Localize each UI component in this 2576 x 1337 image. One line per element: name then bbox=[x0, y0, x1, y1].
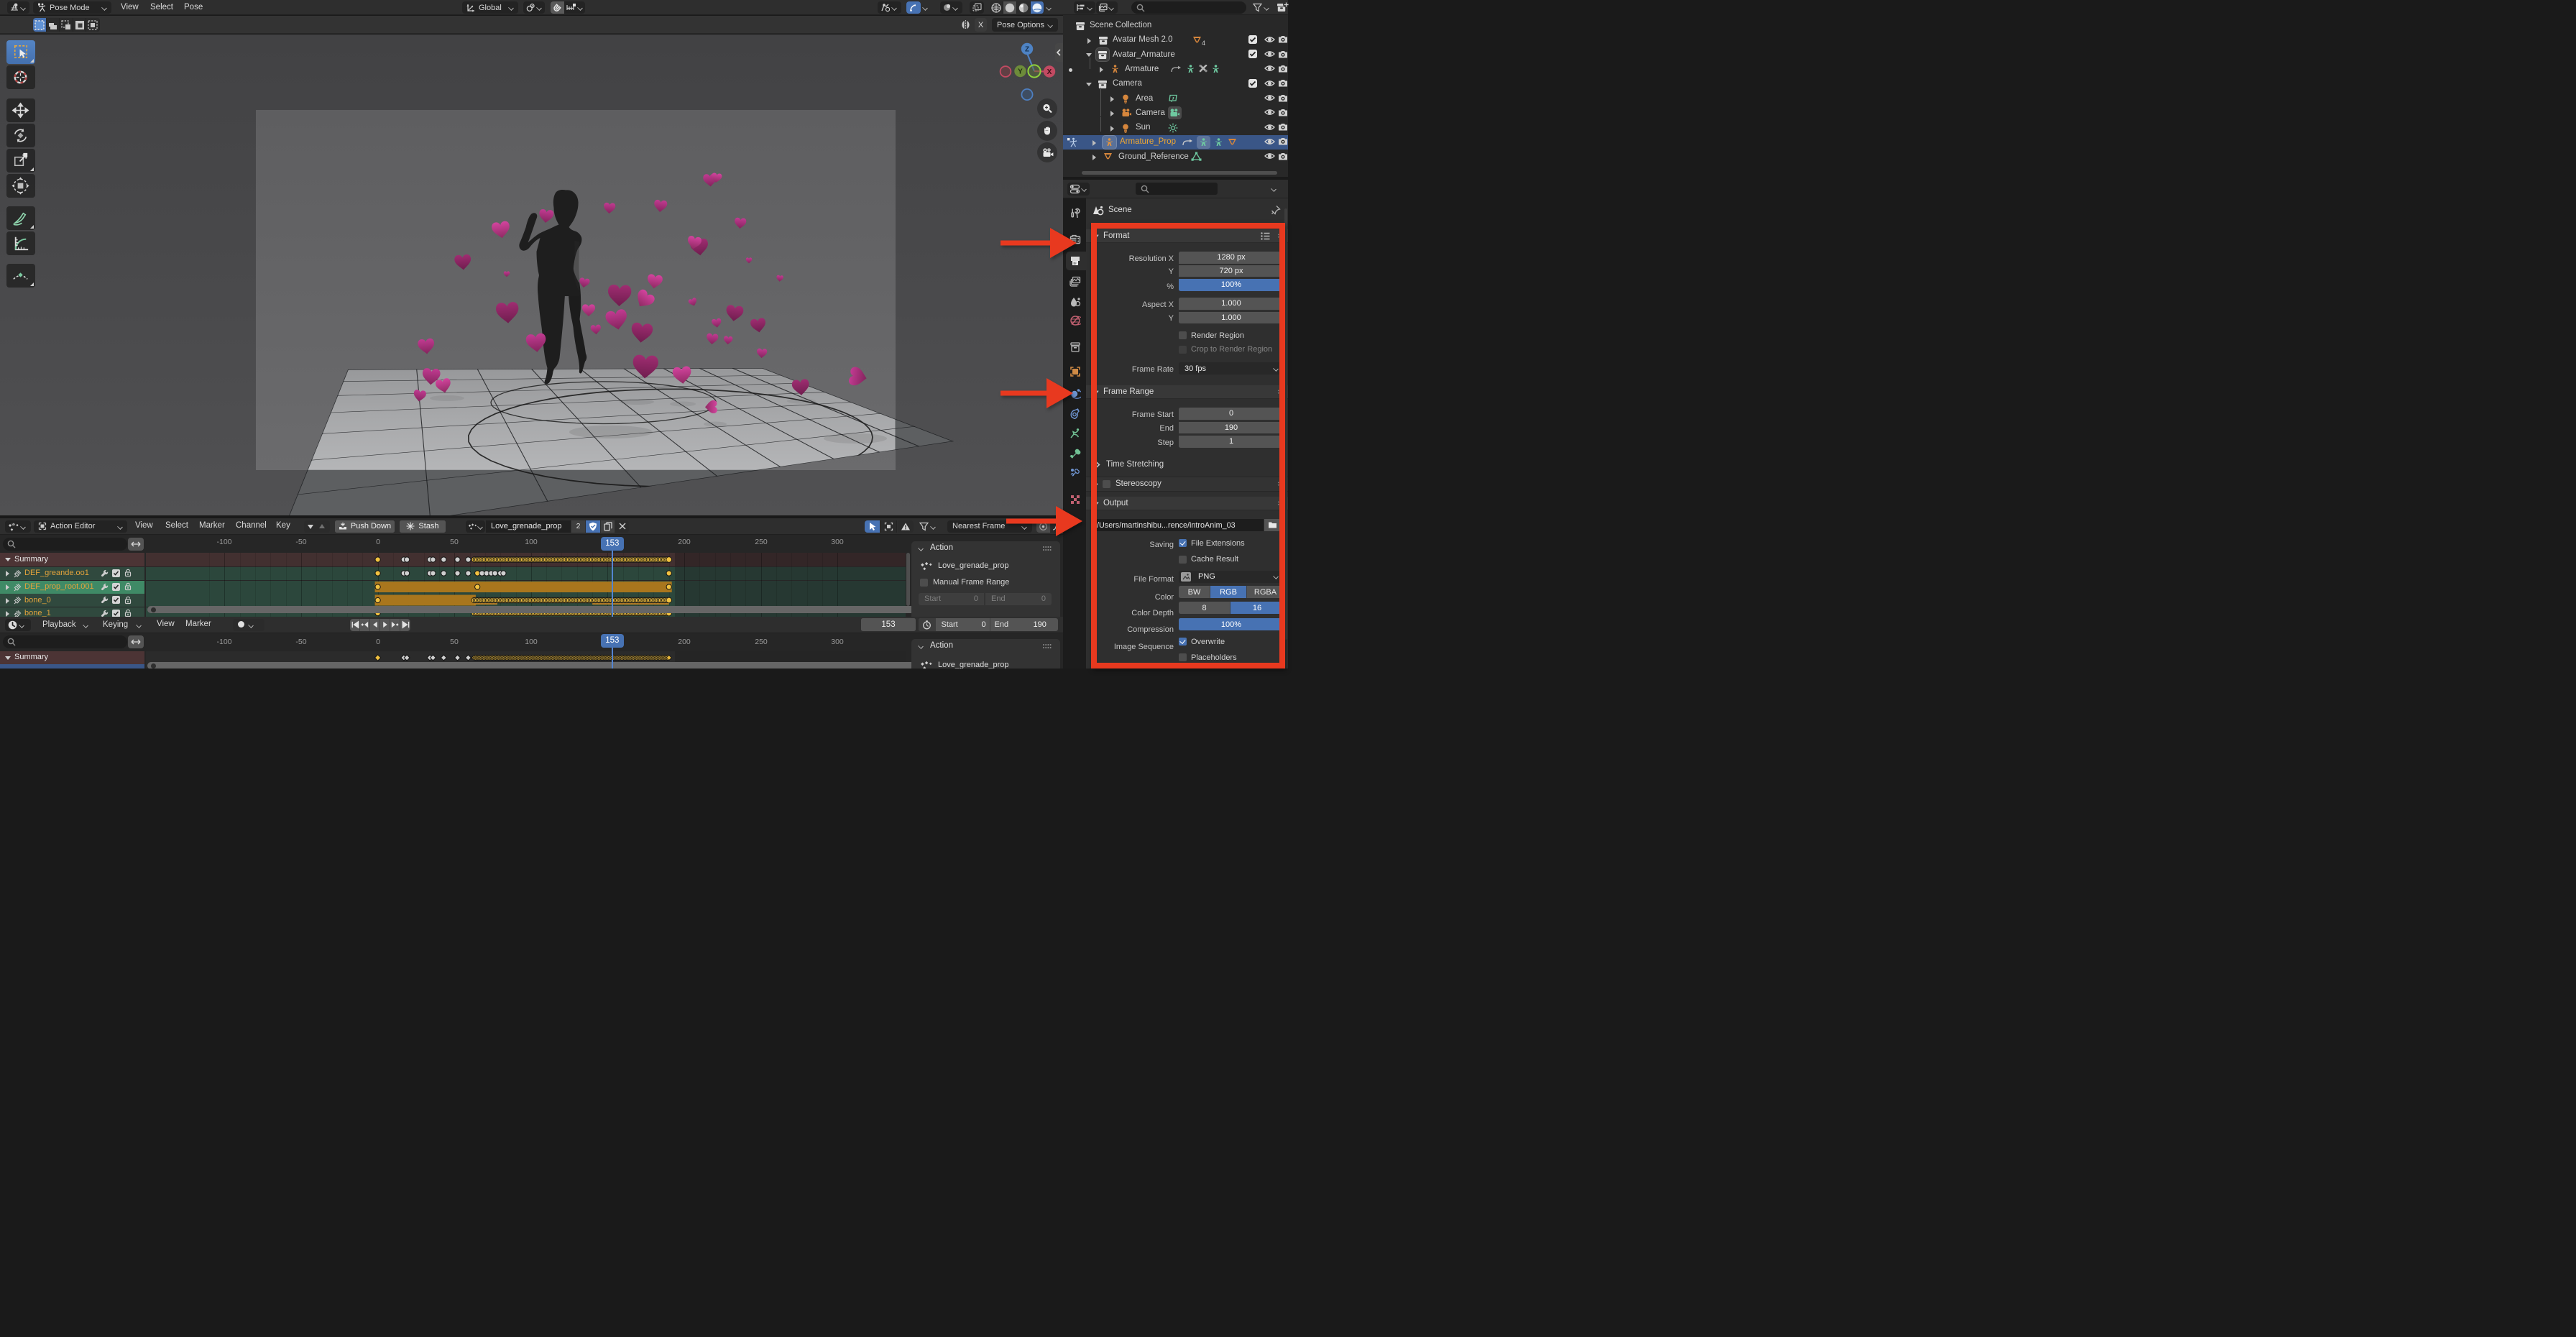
svg-text:Y: Y bbox=[1018, 68, 1023, 76]
svg-text:Z: Z bbox=[1025, 46, 1029, 54]
svg-text:X: X bbox=[1047, 68, 1052, 76]
